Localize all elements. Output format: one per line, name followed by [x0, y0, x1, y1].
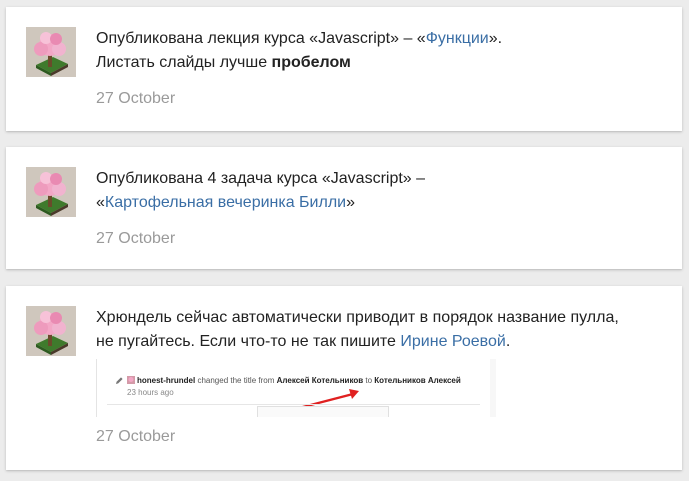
- feed-item-date: 27 October: [96, 428, 176, 445]
- feed-item-text: Опубликована лекция курса «Javascript» –…: [96, 27, 662, 75]
- lecture-link[interactable]: Функции: [426, 30, 489, 47]
- avatar-image: [26, 27, 76, 77]
- feed-item-line: Опубликована 4 задача курса «Javascript»…: [96, 170, 426, 187]
- feed-item-line: Хрюндель сейчас автоматически приводит в…: [96, 309, 619, 326]
- feed-item-text: Хрюндель сейчас автоматически приводит в…: [96, 306, 662, 354]
- screenshot-time: 23 hours ago: [127, 388, 174, 397]
- feed-item: Опубликована 4 задача курса «Javascript»…: [6, 147, 682, 269]
- avatar[interactable]: [26, 306, 76, 356]
- feed-item-date: 27 October: [96, 90, 176, 107]
- user-avatar-icon: [127, 376, 135, 384]
- avatar-image: [26, 167, 76, 217]
- feed-item-line: «Картофельная вечеринка Билли»: [96, 194, 356, 211]
- feed-item-text: Опубликована 4 задача курса «Javascript»…: [96, 167, 662, 215]
- pencil-icon: [116, 377, 123, 384]
- divider: [107, 404, 480, 405]
- screenshot-content: honest-hrundel changed the title from Ал…: [96, 359, 490, 417]
- attached-screenshot[interactable]: honest-hrundel changed the title from Ал…: [96, 359, 496, 417]
- feed-item: Опубликована лекция курса «Javascript» –…: [6, 7, 682, 131]
- feed-item-line: Опубликована лекция курса «Javascript» –…: [96, 30, 503, 47]
- avatar-image: [26, 306, 76, 356]
- feed-item-line: Листать слайды лучше пробелом: [96, 54, 351, 71]
- feed-item: Хрюндель сейчас автоматически приводит в…: [6, 286, 682, 470]
- avatar[interactable]: [26, 27, 76, 77]
- screenshot-box: [257, 406, 389, 417]
- feed-item-line: не пугайтесь. Если что-то не так пишите …: [96, 333, 511, 350]
- person-link[interactable]: Ирине Роевой: [400, 333, 505, 350]
- screenshot-event-text: honest-hrundel changed the title from Ал…: [137, 376, 461, 385]
- emphasis-text: пробелом: [271, 54, 351, 71]
- task-link[interactable]: Картофельная вечеринка Билли: [105, 194, 346, 211]
- avatar[interactable]: [26, 167, 76, 217]
- feed-item-date: 27 October: [96, 230, 176, 247]
